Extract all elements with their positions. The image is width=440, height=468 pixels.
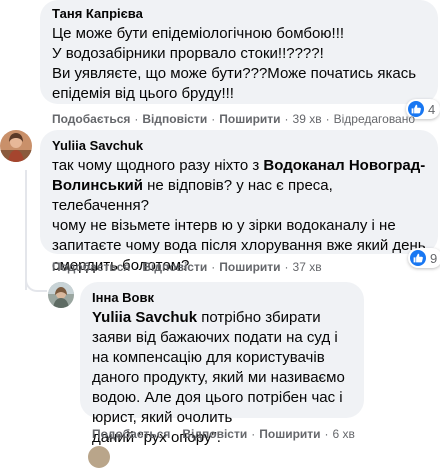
reply-text-part: потрібно збирати заяви від бажаючих пода… (92, 309, 345, 446)
reply-author[interactable]: Інна Вовк (92, 290, 352, 306)
share-button[interactable]: Поширити (259, 427, 320, 441)
comment-actions: Подобається · Відповісти · Поширити · 37 хв (52, 260, 322, 274)
share-button[interactable]: Поширити (219, 260, 280, 274)
avatar[interactable] (48, 282, 74, 308)
comment-timestamp[interactable]: 37 хв (293, 260, 322, 274)
reaction-number: 4 (428, 101, 436, 117)
reply-actions: Подобається · Відповісти · Поширити · 6 хв (92, 427, 355, 441)
reaction-number: 9 (430, 250, 438, 266)
reply-thread-connector (25, 276, 47, 292)
reply-thread-line (25, 170, 27, 290)
edited-label: Відредаговано (333, 112, 416, 126)
like-button[interactable]: Подобається (92, 427, 170, 441)
avatar[interactable] (88, 446, 110, 468)
reaction-count[interactable]: 9 (408, 248, 440, 268)
comment-text-part: так чому щодного разу ніхто з (52, 157, 264, 174)
reply-bubble: Інна Вовк Yuliia Savchuk потрібно збират… (80, 282, 364, 446)
reply-button[interactable]: Відповісти (142, 260, 207, 274)
user-mention-link[interactable]: Yuliia Savchuk (92, 309, 197, 326)
like-icon (410, 250, 426, 266)
like-button[interactable]: Подобається (52, 112, 130, 126)
comment-text: так чому щодного разу ніхто з Водоканал … (52, 156, 426, 276)
comment-actions: Подобається · Відповісти · Поширити · 39 хв · Ві… (52, 112, 416, 126)
comment-timestamp[interactable]: 6 хв (333, 427, 355, 441)
comment-timestamp[interactable]: 39 хв (293, 112, 322, 126)
comment-bubble: Таня Капрієва Це може бути епідеміологіч… (40, 0, 438, 104)
comment-bubble: Yuliia Savchuk так чому щодного разу ніх… (40, 130, 438, 274)
like-button[interactable]: Подобається (52, 260, 130, 274)
avatar[interactable] (0, 130, 32, 162)
share-button[interactable]: Поширити (219, 112, 280, 126)
comment-author[interactable]: Таня Капрієва (52, 6, 426, 22)
reply-button[interactable]: Відповісти (142, 112, 207, 126)
comment-author[interactable]: Yuliia Savchuk (52, 138, 426, 154)
reply-button[interactable]: Відповісти (182, 427, 247, 441)
comment-text: Це може бути епідеміологічною бомбою!!! … (52, 25, 417, 102)
